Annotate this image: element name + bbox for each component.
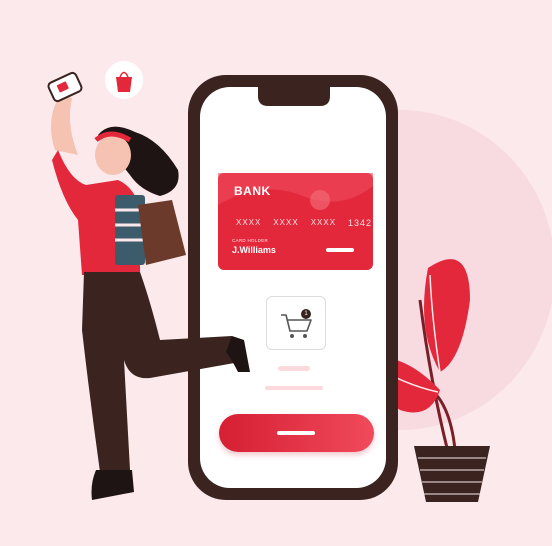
mobile-payment-illustration (47, 61, 552, 502)
pay-button[interactable] (219, 414, 374, 452)
card-number-group: XXXX (310, 218, 337, 227)
brown-bag (138, 200, 186, 265)
phone-notch (258, 87, 330, 106)
card-brand: BANK (234, 184, 271, 198)
card-number-last: 1342 (348, 218, 373, 228)
shopping-bag-icon (105, 61, 143, 99)
card-holder-name: J.Williams (232, 245, 276, 255)
phone-icon (47, 71, 83, 103)
placeholder-line-2 (265, 386, 323, 390)
placeholder-line-1 (278, 366, 310, 371)
card-number: XXXX XXXX XXXX 1342 (236, 218, 372, 228)
cart-count-badge: 1 (301, 309, 311, 319)
cart-tile[interactable] (266, 296, 326, 350)
pay-button-bar (277, 431, 315, 435)
cart-icon (281, 314, 312, 338)
card-number-group: XXXX (273, 218, 299, 227)
illustration-scene: BANK XXXX XXXX XXXX 1342 CARD HOLDER J.W… (0, 0, 552, 546)
card-number-group: XXXX (236, 218, 262, 227)
card-holder-label: CARD HOLDER (232, 238, 269, 243)
